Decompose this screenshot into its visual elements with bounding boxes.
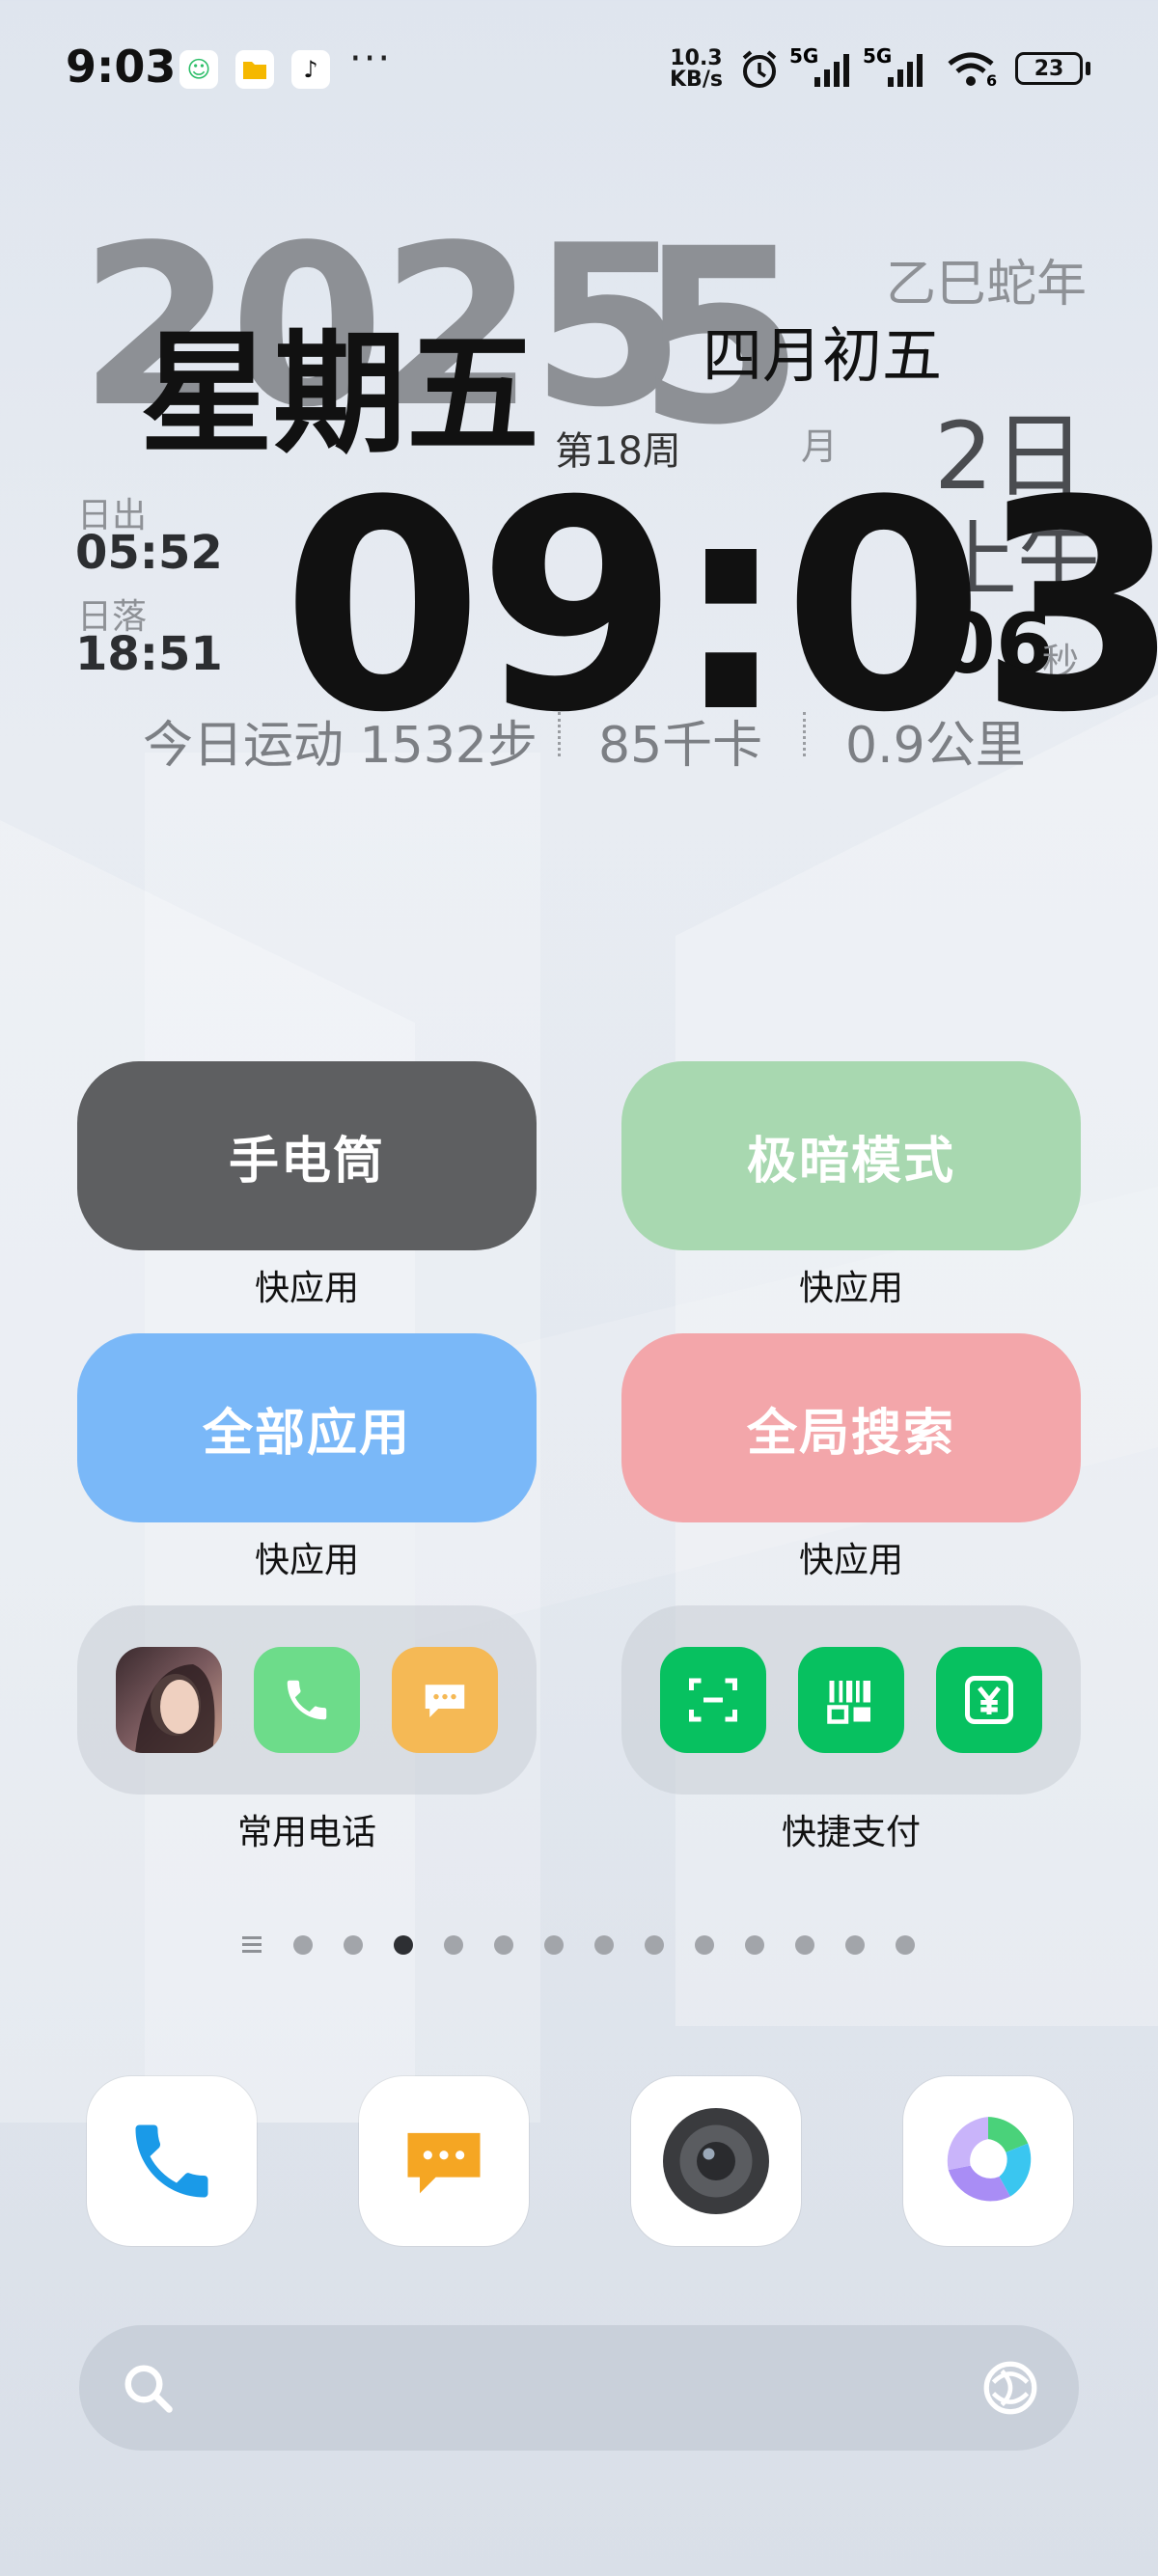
dark-mode-button[interactable]: 极暗模式 (621, 1061, 1081, 1250)
folder-common-calls-label: 常用电话 (236, 1813, 376, 1852)
global-search-button[interactable]: 全局搜索 (621, 1333, 1081, 1522)
more-notifications-icon: ··· (349, 37, 393, 81)
home-search-bar[interactable] (79, 2325, 1079, 2451)
battery-level: 23 (1034, 56, 1064, 81)
battery-tip (1086, 62, 1090, 75)
calories-text: 85千卡 (598, 717, 763, 775)
distance-text: 0.9公里 (845, 717, 1026, 775)
camera-icon (663, 2108, 769, 2214)
wechat-scan-icon[interactable] (660, 1647, 766, 1753)
dark-mode-caption: 快应用 (798, 1269, 903, 1308)
page-dot[interactable] (344, 1935, 363, 1955)
status-time: 9:03 (66, 41, 177, 93)
page-dot-active[interactable] (394, 1935, 413, 1955)
phone-icon[interactable] (254, 1647, 360, 1753)
dock-browser-app[interactable] (903, 2076, 1073, 2246)
ganzhi-year-text: 乙巳蛇年 (886, 256, 1088, 314)
page-dot[interactable] (645, 1935, 664, 1955)
dock-camera-app[interactable] (631, 2076, 801, 2246)
page-dot[interactable] (695, 1935, 714, 1955)
notification-files-icon (235, 50, 274, 89)
dock-phone-app[interactable] (87, 2076, 257, 2246)
network-speed: 10.3 KB/s (670, 48, 723, 91)
all-apps-caption: 快应用 (254, 1541, 359, 1580)
steps-text: 今日运动 1532步 (143, 717, 538, 775)
contact-avatar-icon[interactable] (116, 1647, 222, 1753)
folder-common-calls[interactable] (77, 1605, 537, 1795)
all-apps-button[interactable]: 全部应用 (77, 1333, 537, 1522)
page-dot[interactable] (293, 1935, 313, 1955)
net-speed-unit: KB/s (670, 68, 723, 92)
divider (558, 712, 561, 756)
lunar-date-text: 四月初五 (703, 320, 943, 391)
search-icon (124, 2365, 173, 2413)
alarm-icon (742, 50, 777, 88)
dock-messages-app[interactable] (359, 2076, 529, 2246)
page-dot[interactable] (745, 1935, 764, 1955)
page-dot[interactable] (594, 1935, 614, 1955)
wechat-paycode-icon[interactable] (798, 1647, 904, 1753)
flashlight-button[interactable]: 手电筒 (77, 1061, 537, 1250)
messages-icon (407, 2132, 481, 2194)
page-dot[interactable] (896, 1935, 915, 1955)
divider (803, 712, 806, 756)
message-icon[interactable] (392, 1647, 498, 1753)
signal2-bars-icon (888, 54, 923, 87)
page-dot[interactable] (444, 1935, 463, 1955)
phone-icon (135, 2124, 208, 2198)
folder-quick-pay-label: 快捷支付 (781, 1813, 921, 1852)
page-dot[interactable] (845, 1935, 865, 1955)
wifi-sub-label: 6 (986, 71, 998, 90)
signal1-bars-icon (814, 54, 849, 87)
notification-tiktok-icon: ♪ (291, 50, 330, 89)
app-drawer-menu-icon[interactable] (241, 1933, 262, 1955)
global-search-caption: 快应用 (798, 1541, 903, 1580)
page-dot[interactable] (544, 1935, 564, 1955)
sunset-time: 18:51 (75, 627, 223, 681)
ai-assistant-icon[interactable] (977, 2354, 1044, 2422)
browser-icon (947, 2117, 1032, 2202)
flashlight-caption: 快应用 (254, 1269, 359, 1308)
notification-mi-icon: ☺ (179, 50, 218, 89)
wechat-pay-icon[interactable] (936, 1647, 1042, 1753)
battery-icon: 23 (1015, 52, 1083, 85)
sunrise-time: 05:52 (75, 526, 223, 580)
net-speed-value: 10.3 (670, 46, 723, 70)
page-dot[interactable] (795, 1935, 814, 1955)
page-dot[interactable] (494, 1935, 513, 1955)
folder-quick-pay[interactable] (621, 1605, 1081, 1795)
